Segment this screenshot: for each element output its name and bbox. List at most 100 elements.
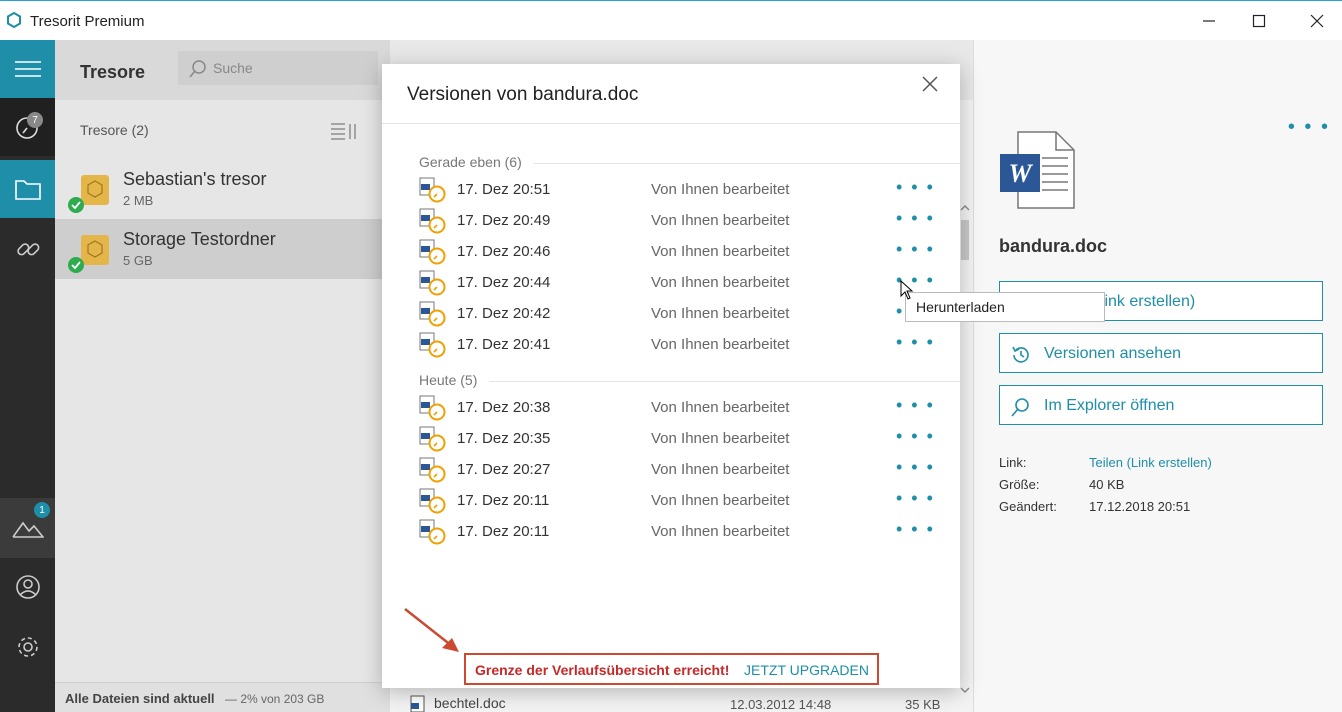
- version-date: 17. Dez 20:38: [457, 399, 551, 416]
- user-icon: [15, 575, 40, 599]
- version-icon-wrap: [419, 208, 447, 239]
- sidebar-item-account[interactable]: [0, 558, 55, 616]
- sidebar-item-tresore[interactable]: [0, 160, 55, 218]
- word-doc-history-icon: [419, 301, 446, 327]
- version-date: 17. Dez 20:46: [457, 243, 551, 260]
- tresorit-logo-icon: [7, 12, 21, 28]
- version-date: 17. Dez 20:11: [457, 492, 550, 509]
- version-more-button[interactable]: • • •: [896, 488, 935, 509]
- synced-check-icon: [68, 257, 84, 273]
- upgrade-link[interactable]: JETZT UPGRADEN: [744, 662, 869, 678]
- group-divider: [534, 163, 960, 164]
- view-versions-button[interactable]: Versionen ansehen: [999, 333, 1323, 373]
- scrollbar[interactable]: [960, 200, 970, 700]
- version-row[interactable]: 17. Dez 20:42Von Ihnen bearbeitet• • •: [419, 298, 939, 329]
- synced-check-icon: [68, 197, 84, 213]
- sort-icon[interactable]: [331, 122, 357, 140]
- search-placeholder: Suche: [213, 60, 253, 76]
- word-doc-history-icon: [419, 426, 446, 452]
- sidebar-item-upgrade[interactable]: 1: [0, 498, 55, 558]
- more-options-button[interactable]: • • •: [1288, 116, 1330, 139]
- history-limit-banner: Grenze der Verlaufsübersicht erreicht! J…: [464, 653, 879, 685]
- version-icon-wrap: [419, 239, 447, 270]
- mouse-cursor-icon: [900, 280, 914, 300]
- version-more-button[interactable]: • • •: [896, 519, 935, 540]
- version-author: Von Ihnen bearbeitet: [651, 523, 790, 540]
- meta-changed-label: Geändert:: [999, 499, 1057, 514]
- version-row[interactable]: 17. Dez 20:35 Von Ihnen bearbeitet • • •: [419, 423, 939, 454]
- meta-size: Größe: 40 KB: [999, 477, 1124, 492]
- version-more-button[interactable]: • • •: [896, 332, 935, 353]
- version-author: Von Ihnen bearbeitet: [651, 181, 790, 198]
- sidebar-item-links[interactable]: [0, 220, 55, 278]
- sidebar: 7 1: [0, 40, 55, 712]
- version-more-button[interactable]: • • •: [896, 395, 935, 416]
- vault-size: 5 GB: [123, 253, 153, 268]
- version-row[interactable]: 17. Dez 20:49 Von Ihnen bearbeitet • • •: [419, 205, 939, 236]
- close-icon[interactable]: [920, 74, 940, 94]
- version-more-button[interactable]: • • •: [896, 239, 935, 260]
- version-more-button[interactable]: • • •: [896, 208, 935, 229]
- dialog-title: Versionen von bandura.doc: [407, 84, 639, 105]
- version-row[interactable]: 17. Dez 20:27 Von Ihnen bearbeitet • • •: [419, 454, 939, 485]
- recents-badge: 7: [27, 112, 43, 128]
- version-row[interactable]: 17. Dez 20:11 Von Ihnen bearbeitet • • •: [419, 516, 939, 547]
- word-doc-history-icon: [419, 239, 446, 265]
- version-more-button[interactable]: • • •: [896, 426, 935, 447]
- version-author: Von Ihnen bearbeitet: [651, 430, 790, 447]
- version-date: 17. Dez 20:51: [457, 181, 551, 198]
- panel-header: Tresore Suche: [55, 40, 390, 100]
- open-in-explorer-button[interactable]: Im Explorer öffnen: [999, 385, 1323, 425]
- word-doc-history-icon: [419, 488, 446, 514]
- file-title: bandura.doc: [999, 236, 1108, 256]
- version-icon-wrap: [419, 177, 447, 208]
- word-document-icon: W: [1000, 131, 1075, 209]
- version-icon-wrap: [419, 301, 447, 332]
- version-icon-wrap: [419, 457, 447, 488]
- vault-item[interactable]: Storage Testordner 5 GB: [55, 219, 390, 279]
- version-author: Von Ihnen bearbeitet: [651, 336, 790, 353]
- word-doc-history-icon: [419, 457, 446, 483]
- version-row[interactable]: 17. Dez 20:11 Von Ihnen bearbeitet • • •: [419, 485, 939, 516]
- meta-changed: Geändert: 17.12.2018 20:51: [999, 499, 1190, 514]
- meta-link-value[interactable]: Teilen (Link erstellen): [1089, 455, 1212, 470]
- word-doc-history-icon: [419, 332, 446, 358]
- close-window-button[interactable]: [1294, 5, 1340, 37]
- version-author: Von Ihnen bearbeitet: [651, 399, 790, 416]
- svg-text:W: W: [1008, 159, 1033, 188]
- version-row[interactable]: 17. Dez 20:46 Von Ihnen bearbeitet • • •: [419, 236, 939, 267]
- close-icon: [1310, 14, 1324, 28]
- versions-dialog: Versionen von bandura.doc Gerade eben (6…: [382, 64, 960, 688]
- sidebar-item-recents[interactable]: 7: [0, 98, 55, 156]
- version-icon-wrap: [419, 395, 447, 426]
- sidebar-item-settings[interactable]: [0, 618, 55, 676]
- minimize-button[interactable]: [1186, 5, 1232, 37]
- search-icon: [1011, 398, 1029, 417]
- vault-name: Storage Testordner: [123, 229, 276, 249]
- version-row[interactable]: 17. Dez 20:38 Von Ihnen bearbeitet • • •: [419, 392, 939, 423]
- search-icon: [189, 60, 206, 78]
- menu-button[interactable]: [0, 40, 55, 98]
- view-versions-label: Versionen ansehen: [1044, 345, 1181, 362]
- version-more-button[interactable]: • • •: [896, 457, 935, 478]
- file-name: bechtel.doc: [434, 695, 506, 711]
- maximize-button[interactable]: [1236, 5, 1282, 37]
- version-more-button[interactable]: • • •: [896, 177, 935, 198]
- history-icon: [1012, 346, 1029, 363]
- version-row[interactable]: 17. Dez 20:41 Von Ihnen bearbeitet • • •: [419, 329, 939, 360]
- dialog-divider: [382, 123, 960, 124]
- vault-item[interactable]: Sebastian's tresor 2 MB: [55, 159, 390, 219]
- version-icon-wrap: [419, 270, 447, 301]
- sync-status: Alle Dateien sind aktuell: [65, 691, 215, 706]
- storage-quota: — 2% von 203 GB: [225, 692, 325, 706]
- version-author: Von Ihnen bearbeitet: [651, 461, 790, 478]
- file-size: 35 KB: [905, 697, 941, 712]
- version-row[interactable]: 17. Dez 20:44 Von Ihnen bearbeitet • • •: [419, 267, 939, 298]
- version-row[interactable]: 17. Dez 20:51 Von Ihnen bearbeitet • • •: [419, 174, 939, 205]
- version-group-header: Gerade eben (6): [419, 154, 522, 170]
- version-icon-wrap: [419, 332, 447, 363]
- version-date: 17. Dez 20:49: [457, 212, 551, 229]
- vault-name: Sebastian's tresor: [123, 169, 267, 189]
- search-input[interactable]: Suche: [178, 51, 378, 85]
- meta-changed-value: 17.12.2018 20:51: [1089, 499, 1191, 514]
